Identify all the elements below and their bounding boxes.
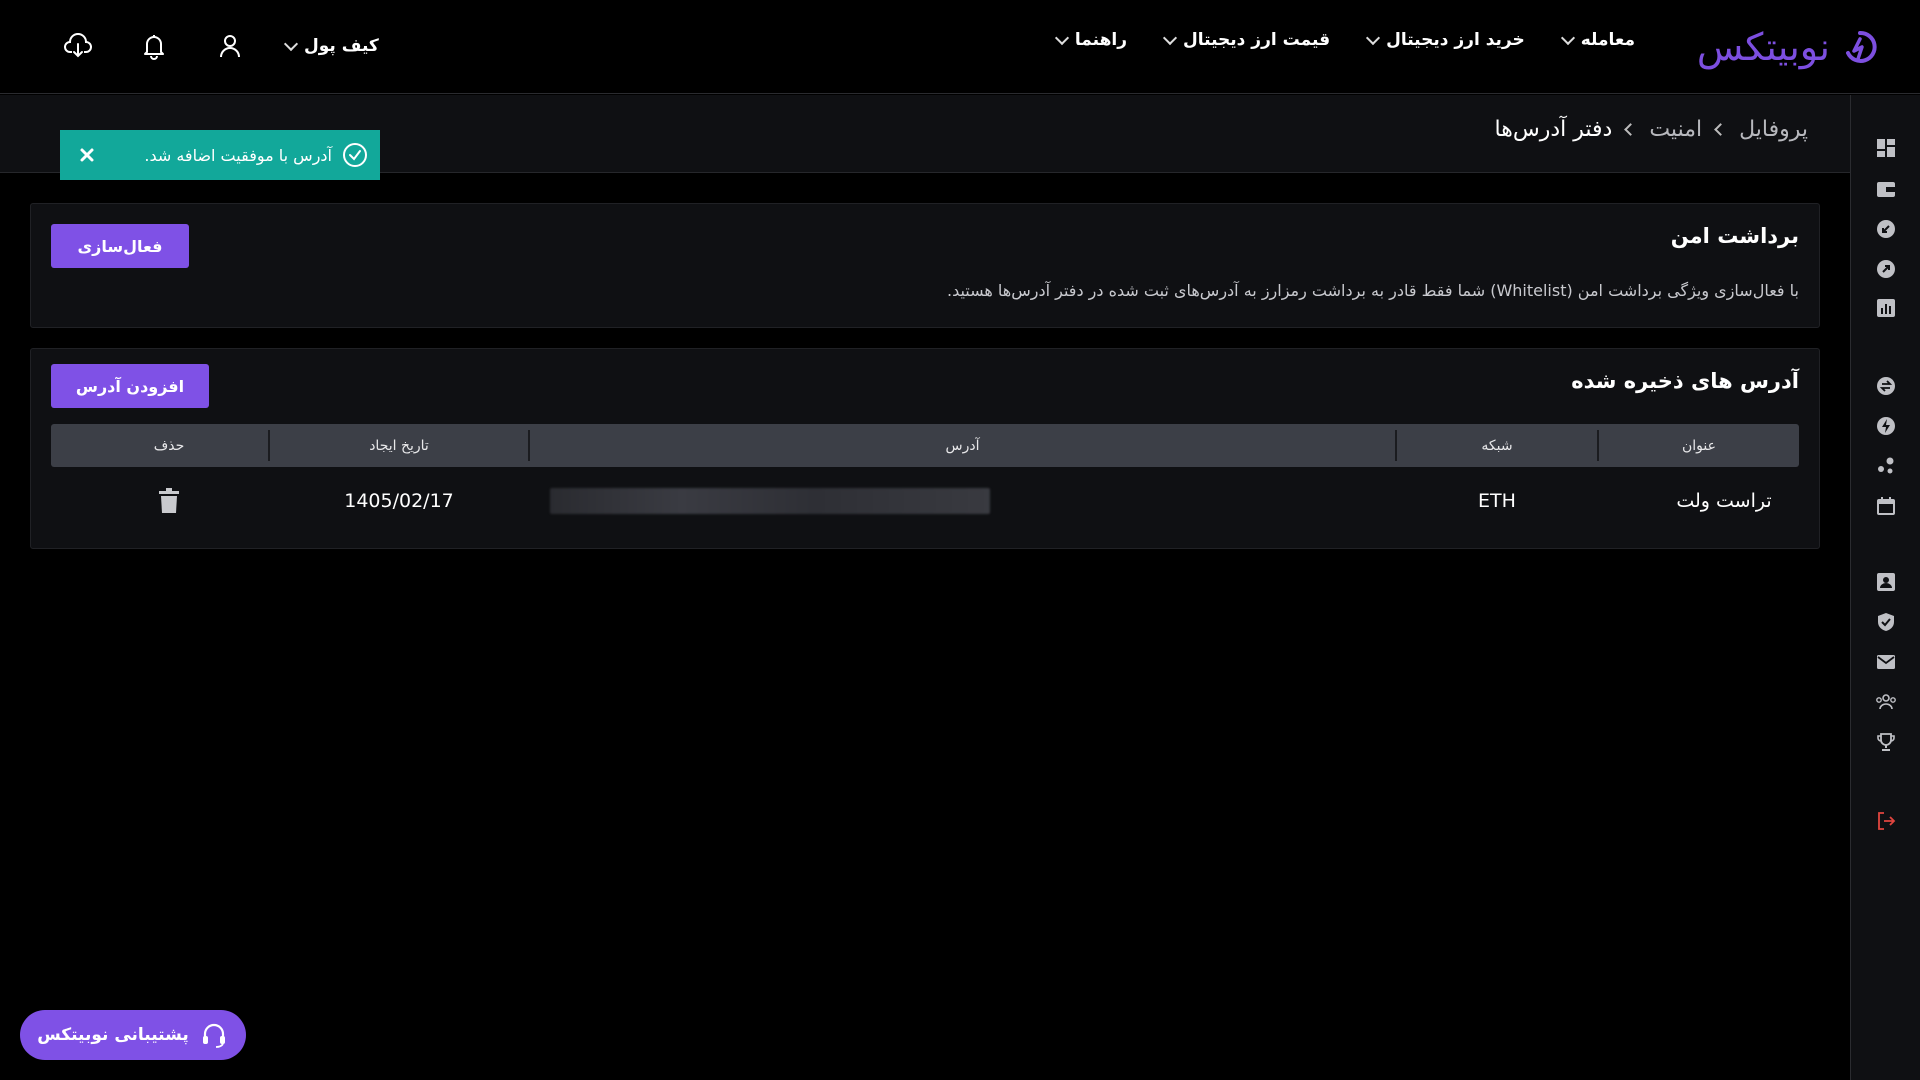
column-divider xyxy=(1395,430,1397,461)
cell-address xyxy=(530,477,1395,525)
logo-text: نوبیتکس xyxy=(1696,25,1830,69)
cell-delete xyxy=(70,477,268,525)
card-title: برداشت امن xyxy=(1670,224,1799,248)
close-icon xyxy=(80,148,94,162)
referral-icon[interactable] xyxy=(1875,455,1897,477)
breadcrumb-item-address-book: دفتر آدرس‌ها xyxy=(1494,117,1613,142)
headset-icon xyxy=(202,1023,225,1048)
nav-item-label: معامله xyxy=(1580,30,1635,50)
breadcrumb-item-security[interactable]: امنیت xyxy=(1649,117,1702,142)
withdraw-icon[interactable] xyxy=(1875,258,1897,280)
card-description: با فعال‌سازی ویژگی برداشت امن (Whitelist… xyxy=(946,281,1799,300)
chevron-down-icon xyxy=(1366,30,1381,45)
nav-item-buy-crypto[interactable]: خرید ارز دیجیتال xyxy=(1366,30,1525,50)
lightning-icon[interactable] xyxy=(1875,415,1897,437)
chevron-left-icon xyxy=(1714,123,1727,136)
notifications-button[interactable] xyxy=(134,26,174,66)
wallet-menu[interactable]: کیف پول xyxy=(283,36,379,56)
breadcrumb: پروفایل امنیت دفتر آدرس‌ها xyxy=(1495,117,1808,142)
table-row: تراست ولت ETH 1405/02/17 xyxy=(51,477,1799,525)
column-header-title: عنوان xyxy=(1682,437,1716,454)
chevron-down-icon xyxy=(283,36,299,51)
users-group-icon[interactable] xyxy=(1875,691,1897,713)
column-divider xyxy=(1597,430,1599,461)
address-blurred xyxy=(550,488,990,514)
saved-addresses-card: آدرس های ذخیره شده افزودن آدرس عنوان شبک… xyxy=(30,348,1820,549)
check-circle-icon xyxy=(343,143,367,167)
cell-title: تراست ولت xyxy=(1676,490,1772,512)
add-address-button[interactable]: افزودن آدرس xyxy=(51,364,209,408)
trophy-icon[interactable] xyxy=(1875,731,1897,753)
deposit-icon[interactable] xyxy=(1875,218,1897,240)
column-header-address: آدرس xyxy=(945,437,980,454)
trash-icon[interactable] xyxy=(158,488,180,514)
report-chart-icon[interactable] xyxy=(1875,297,1897,319)
nav-item-label: راهنما xyxy=(1074,30,1127,50)
column-divider xyxy=(268,430,270,461)
logo-icon xyxy=(1840,27,1880,67)
chevron-down-icon xyxy=(1560,30,1575,45)
column-header-created: تاریخ ایجاد xyxy=(369,437,429,454)
nav-item-label: قیمت ارز دیجیتال xyxy=(1183,30,1331,50)
support-label: پشتیبانی نوبیتکس xyxy=(37,1025,189,1045)
dashboard-icon[interactable] xyxy=(1875,137,1897,159)
table-header: عنوان شبکه آدرس تاریخ ایجاد حذف xyxy=(51,424,1799,467)
nav-item-crypto-price[interactable]: قیمت ارز دیجیتال xyxy=(1162,30,1331,50)
profile-card-icon[interactable] xyxy=(1875,571,1897,593)
top-bar: نوبیتکس معامله خرید ارز دیجیتال قیمت ارز… xyxy=(0,0,1920,94)
mail-icon[interactable] xyxy=(1875,651,1897,673)
cell-network: ETH xyxy=(1478,490,1516,512)
activate-button[interactable]: فعال‌سازی xyxy=(51,224,189,268)
logout-icon[interactable] xyxy=(1875,810,1897,832)
secure-withdrawal-card: برداشت امن با فعال‌سازی ویژگی برداشت امن… xyxy=(30,203,1820,328)
download-app-button[interactable] xyxy=(58,26,98,66)
chevron-left-icon xyxy=(1624,123,1638,136)
support-button[interactable]: پشتیبانی نوبیتکس xyxy=(20,1010,246,1060)
profile-button[interactable] xyxy=(210,26,250,66)
nav-item-label: خرید ارز دیجیتال xyxy=(1386,30,1525,50)
column-divider xyxy=(528,430,530,461)
toast-text: آدرس با موفقیت اضافه شد. xyxy=(144,145,332,165)
logo[interactable]: نوبیتکس xyxy=(1697,24,1880,70)
toast-close-button[interactable] xyxy=(76,144,98,166)
nav-item-help[interactable]: راهنما xyxy=(1054,30,1127,50)
card-title: آدرس های ذخیره شده xyxy=(1571,369,1799,393)
security-shield-icon[interactable] xyxy=(1875,611,1897,633)
chevron-down-icon xyxy=(1162,30,1178,45)
top-actions: کیف پول xyxy=(58,26,379,66)
user-icon xyxy=(220,35,240,58)
toast-message: آدرس با موفقیت اضافه شد. xyxy=(144,142,368,168)
exchange-icon[interactable] xyxy=(1875,375,1897,397)
wallet-icon[interactable] xyxy=(1875,178,1897,200)
cell-created: 1405/02/17 xyxy=(344,490,454,512)
breadcrumb-item-profile[interactable]: پروفایل xyxy=(1739,117,1808,142)
download-icon xyxy=(64,33,92,58)
column-header-delete: حذف xyxy=(153,437,185,454)
calendar-icon[interactable] xyxy=(1875,495,1897,517)
bell-icon xyxy=(144,35,164,60)
chevron-down-icon xyxy=(1054,30,1069,45)
success-toast: آدرس با موفقیت اضافه شد. xyxy=(60,130,380,180)
column-header-network: شبکه xyxy=(1481,437,1513,454)
wallet-label: کیف پول xyxy=(304,36,379,56)
nav-item-trade[interactable]: معامله xyxy=(1560,30,1635,50)
sidebar xyxy=(1850,95,1920,1080)
main-nav: معامله خرید ارز دیجیتال قیمت ارز دیجیتال… xyxy=(1054,30,1635,50)
